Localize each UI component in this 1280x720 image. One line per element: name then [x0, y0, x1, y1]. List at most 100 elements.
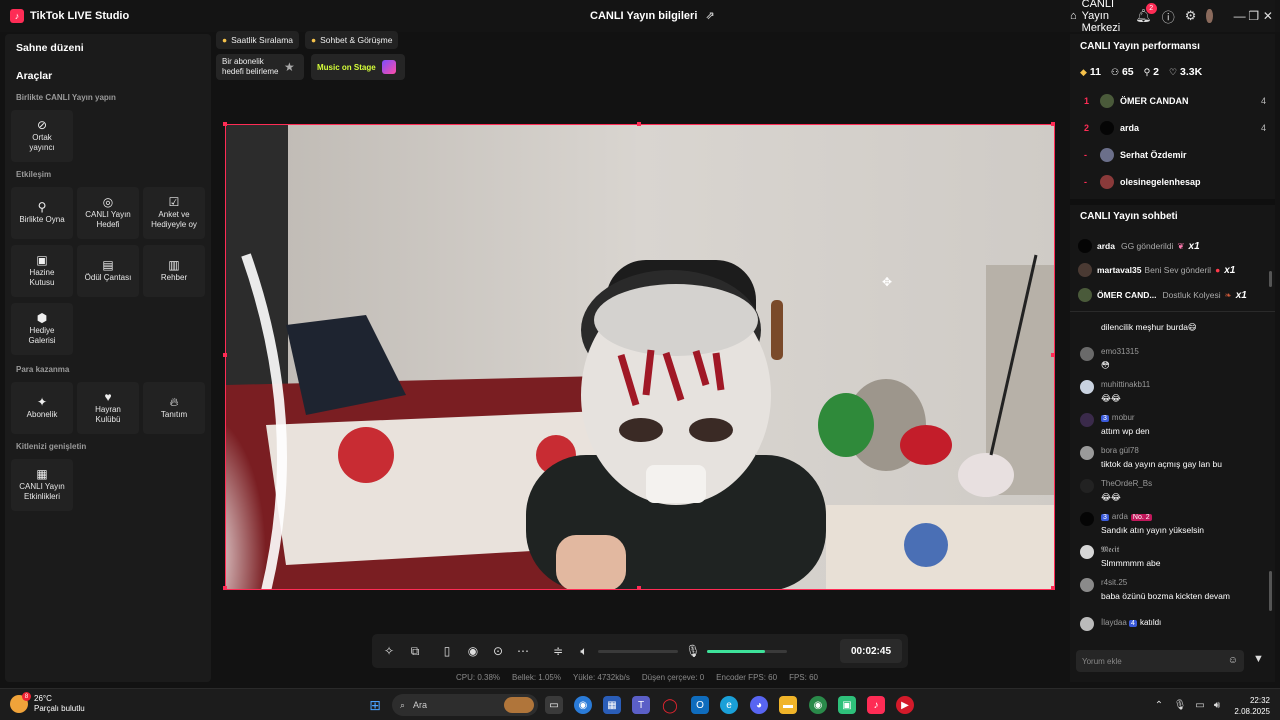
comment-input[interactable]: Yorum ekle ☺: [1076, 650, 1244, 672]
ranking-row[interactable]: 1 ÖMER CANDAN 4: [1084, 93, 1266, 109]
tray-volume-button[interactable]: 🔊︎: [1208, 696, 1226, 714]
app-name: TikTok LIVE Studio: [30, 10, 130, 22]
audio-mixer-button[interactable]: ≑: [550, 643, 566, 659]
opera-button[interactable]: ◯: [661, 696, 679, 714]
rank-number: 2: [1084, 123, 1090, 133]
chat-scrollbar-top[interactable]: [1269, 271, 1272, 287]
speaker-volume-slider[interactable]: [598, 650, 678, 653]
tray-display-button[interactable]: ▭: [1191, 696, 1209, 714]
tool-fan-club[interactable]: ♥ Hayran Kulübü: [77, 382, 139, 434]
magic-effects-button[interactable]: ✧: [381, 643, 397, 659]
task-view-button[interactable]: ▭: [545, 696, 563, 714]
resize-handle-tr[interactable]: [1051, 122, 1055, 126]
section-together: Birlikte CANLI Yayın yapın: [16, 93, 116, 102]
tiktok-studio-button[interactable]: ♪: [867, 696, 885, 714]
filter-button[interactable]: ▼: [1253, 653, 1264, 665]
resize-handle-r[interactable]: [1051, 353, 1055, 357]
resize-handle-bl[interactable]: [223, 586, 227, 590]
like-stat: ♡ 3.3K: [1169, 66, 1202, 78]
replay-button[interactable]: ⊙: [490, 643, 506, 659]
system-clock[interactable]: 22:32 2.08.2025: [1234, 695, 1270, 717]
chrome-icon: ◉: [578, 699, 588, 711]
rank-badge: No. 2: [1130, 514, 1152, 521]
scene-layout-title[interactable]: Sahne düzeni: [16, 42, 84, 54]
tool-live-events[interactable]: ▦ CANLI Yayın Etkinlikleri: [11, 459, 73, 511]
rank-username: Serhat Özdemir: [1120, 150, 1187, 160]
replay-icon: ⊙: [492, 644, 504, 658]
message-text: dilencilik meşhur burda😄: [1101, 322, 1197, 332]
chat-icon: ●: [311, 35, 317, 45]
ranking-row[interactable]: 2 arda 4: [1084, 120, 1266, 136]
tray-mic-button[interactable]: 🎙︎: [1171, 696, 1189, 714]
tool-play-together[interactable]: ⚲ Birlikte Oyna: [11, 187, 73, 239]
resize-handle-tl[interactable]: [223, 122, 227, 126]
tool-cohost[interactable]: ⊘ Ortak yayıncı: [11, 110, 73, 162]
notification-bell-button[interactable]: 🔔︎ 2: [1135, 3, 1157, 25]
mic-volume-slider[interactable]: [707, 650, 787, 653]
microphone-button[interactable]: 🎙︎: [685, 643, 701, 659]
user-avatar: [1100, 148, 1114, 162]
tool-poll[interactable]: ☑ Anket ve Hediyeyle oy: [143, 187, 205, 239]
magic-wand-icon: ✧: [383, 644, 395, 658]
teams-button[interactable]: T: [632, 696, 650, 714]
weather-widget[interactable]: 8 26°C Parçalı bulutlu: [10, 692, 85, 714]
file-explorer-button[interactable]: ▬: [779, 696, 797, 714]
profile-avatar[interactable]: [1206, 9, 1213, 23]
music-stage-card[interactable]: Music on Stage: [311, 54, 405, 80]
edge-button[interactable]: e: [720, 696, 738, 714]
help-button[interactable]: ⓘ: [1162, 7, 1175, 25]
rank-number: -: [1084, 177, 1087, 187]
message-text: tiktok da yayın açmış gay lan bu: [1101, 459, 1222, 469]
tool-reward-bag[interactable]: ▤ Ödül Çantası: [77, 245, 139, 297]
follower-count: 2: [1153, 66, 1159, 78]
emoji-icon[interactable]: ☺: [1228, 655, 1238, 666]
resize-handle-b[interactable]: [637, 586, 641, 590]
tool-gift-gallery[interactable]: ⬢ Hediye Galerisi: [11, 303, 73, 355]
stage-canvas[interactable]: ✥: [225, 124, 1055, 590]
hourly-ranking-chip[interactable]: ● Saatlik Sıralama: [216, 31, 300, 49]
more-options-button[interactable]: ⋯: [515, 643, 531, 659]
record-button[interactable]: ◉: [465, 643, 481, 659]
ranking-row[interactable]: - Serhat Özdemir: [1084, 147, 1266, 163]
tool-subscription[interactable]: ✦ Abonelik: [11, 382, 73, 434]
portrait-mode-button[interactable]: ▯: [439, 643, 455, 659]
diamond-count: 11: [1089, 66, 1101, 78]
resize-handle-t[interactable]: [637, 122, 641, 126]
discord-button[interactable]: ◕: [750, 696, 768, 714]
add-source-button[interactable]: ⧉: [407, 643, 423, 659]
tool-treasure-box[interactable]: ▣ Hazine Kutusu: [11, 245, 73, 297]
subscription-goal-card[interactable]: Bir abonelik hedefi belirleme ★: [216, 54, 304, 80]
chat-feed[interactable]: arda GG gönderildi ❦ x1 martaval35 Beni …: [1070, 231, 1275, 635]
weather-badge: 8: [22, 692, 31, 701]
tray-overflow-button[interactable]: ⌃: [1150, 696, 1168, 714]
resize-handle-br[interactable]: [1051, 586, 1055, 590]
speaker-button[interactable]: 🔈︎: [576, 643, 592, 659]
chat-scrollbar[interactable]: [1269, 571, 1272, 611]
ranking-row[interactable]: - olesinegelenhesap: [1084, 174, 1266, 190]
chrome-button[interactable]: ◉: [574, 696, 592, 714]
message-text: Slmmmmm abe: [1101, 558, 1161, 568]
star-icon: ✦: [36, 394, 48, 409]
outlook-button[interactable]: O: [691, 696, 709, 714]
settings-button[interactable]: ⚙: [1185, 7, 1197, 25]
chrome-profile-button[interactable]: ◉: [809, 696, 827, 714]
taskbar-search[interactable]: ⌕ Ara: [392, 694, 538, 716]
tool-guide[interactable]: ▥ Rehber: [143, 245, 205, 297]
maximize-button[interactable]: ❐: [1247, 0, 1261, 32]
media-app-button[interactable]: ▶: [896, 696, 914, 714]
start-button[interactable]: ⊞: [366, 696, 384, 714]
level-badge: 3: [1101, 514, 1109, 521]
tool-promote[interactable]: 🔥︎ Tanıtım: [143, 382, 205, 434]
tool-live-goal[interactable]: ◎ CANLI Yayın Hedefi: [77, 187, 139, 239]
gift-multiplier: x1: [1188, 240, 1200, 252]
store-button[interactable]: ▦: [603, 696, 621, 714]
chat-meet-chip[interactable]: ● Sohbet & Görüşme: [305, 31, 399, 49]
resize-handle-l[interactable]: [223, 353, 227, 357]
live-center-button[interactable]: ⌂ CANLI Yayın Merkezi: [1070, 0, 1121, 34]
live-info-button[interactable]: CANLI Yayın bilgileri ⇗: [590, 9, 715, 23]
app-button[interactable]: ▣: [838, 696, 856, 714]
store-icon: ▦: [607, 699, 617, 711]
close-button[interactable]: ✕: [1261, 0, 1275, 32]
book-icon: ▥: [168, 257, 180, 272]
minimize-button[interactable]: —: [1233, 0, 1247, 32]
